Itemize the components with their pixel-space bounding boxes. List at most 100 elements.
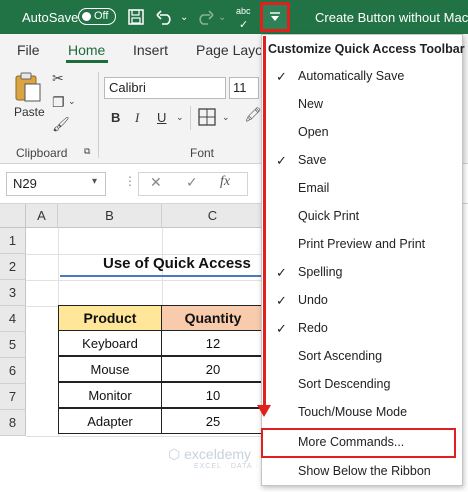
clipboard-group-label: Clipboard <box>16 146 68 160</box>
menu-item-label: Print Preview and Print <box>298 237 426 251</box>
tab-insert[interactable]: Insert <box>133 42 168 58</box>
table-cell[interactable]: Monitor <box>58 382 162 408</box>
save-icon[interactable] <box>128 0 144 34</box>
active-tab-indicator <box>66 60 108 63</box>
row-header-1[interactable]: 1 <box>0 228 26 254</box>
menu-item-print-preview[interactable]: Print Preview and Print <box>262 231 462 259</box>
menu-item-label: Automatically Save <box>298 69 405 83</box>
check-icon: ✓ <box>276 293 287 308</box>
check-icon: ✓ <box>276 153 287 168</box>
name-box[interactable]: N29 <box>6 172 106 196</box>
borders-dropdown-icon[interactable]: ⌄ <box>222 112 230 123</box>
check-icon: ✓ <box>276 69 287 84</box>
fill-color-icon[interactable]: 🖍 <box>244 106 262 123</box>
paste-icon[interactable] <box>14 72 42 102</box>
menu-item-label: Undo <box>298 293 328 307</box>
copy-icon[interactable]: ❐ <box>52 94 65 111</box>
formula-controls <box>138 172 248 196</box>
select-all-corner[interactable] <box>0 204 26 228</box>
row-header-7[interactable]: 7 <box>0 384 26 410</box>
sheet-title: Use of Quick Access <box>60 255 264 277</box>
clipboard-launcher-icon[interactable]: ⧉ <box>84 146 90 157</box>
menu-item-redo[interactable]: ✓ Redo <box>262 315 462 343</box>
column-header-c[interactable]: C <box>162 204 264 228</box>
table-cell[interactable]: 12 <box>161 330 265 356</box>
menu-item-save[interactable]: ✓ Save <box>262 147 462 175</box>
menu-item-automatically-save[interactable]: ✓ Automatically Save <box>262 63 462 91</box>
gridline <box>26 280 262 281</box>
autosave-label: AutoSave <box>22 9 79 25</box>
menu-item-label: Open <box>298 125 329 139</box>
row-header-8[interactable]: 8 <box>0 410 26 436</box>
autosave-toggle[interactable]: Off <box>78 8 116 25</box>
copy-dropdown-icon[interactable]: ⌄ <box>68 96 76 107</box>
watermark-logo-icon: ⬡ <box>168 446 181 462</box>
row-header-4[interactable]: 4 <box>0 306 26 332</box>
font-name-box[interactable]: Calibri <box>104 77 226 99</box>
menu-item-email[interactable]: Email <box>262 175 462 203</box>
table-cell[interactable]: Keyboard <box>58 330 162 356</box>
menu-item-label: Sort Ascending <box>298 349 383 363</box>
table-cell[interactable]: 25 <box>161 408 265 434</box>
row-header-2[interactable]: 2 <box>0 254 26 280</box>
undo-dropdown-icon[interactable]: ⌄ <box>180 0 188 34</box>
font-size-box[interactable]: 11 <box>229 77 259 99</box>
title-bar: AutoSave Off ⌄ ⌄ abc ✓ Create Button wit… <box>0 0 468 34</box>
column-header-b[interactable]: B <box>58 204 162 228</box>
table-cell[interactable]: Mouse <box>58 356 162 382</box>
menu-item-spelling[interactable]: ✓ Spelling <box>262 259 462 287</box>
check-icon: ✓ <box>276 321 287 336</box>
borders-icon[interactable] <box>198 108 216 129</box>
menu-item-label: Spelling <box>298 265 343 279</box>
menu-item-quick-print[interactable]: Quick Print <box>262 203 462 231</box>
undo-icon[interactable] <box>156 0 174 34</box>
row-header-6[interactable]: 6 <box>0 358 26 384</box>
menu-item-new[interactable]: New <box>262 91 462 119</box>
cut-icon[interactable]: ✂ <box>52 70 64 87</box>
format-painter-icon[interactable]: 🖌 <box>52 116 70 133</box>
toggle-text: Off <box>94 10 109 22</box>
redo-dropdown-icon[interactable]: ⌄ <box>218 0 226 34</box>
column-header-a[interactable]: A <box>26 204 58 228</box>
menu-item-sort-descending[interactable]: Sort Descending <box>262 371 462 399</box>
toggle-knob <box>82 12 91 21</box>
redo-icon[interactable] <box>196 0 214 34</box>
annotation-arrow-line <box>263 36 266 410</box>
gridline <box>26 436 262 437</box>
chevron-down-icon <box>270 12 280 21</box>
menu-item-label: Email <box>298 181 330 195</box>
font-group-label: Font <box>190 146 215 160</box>
bold-button[interactable]: B <box>111 110 120 125</box>
menu-item-open[interactable]: Open <box>262 119 462 147</box>
row-header-3[interactable]: 3 <box>0 280 26 306</box>
header-quantity[interactable]: Quantity <box>161 305 265 331</box>
customize-qat-button[interactable] <box>260 2 290 32</box>
watermark-tagline: EXCEL · DATA · BI <box>194 463 270 470</box>
menu-item-label: Sort Descending <box>298 377 391 391</box>
name-box-dropdown-icon[interactable]: ▾ <box>92 176 97 187</box>
row-header-5[interactable]: 5 <box>0 332 26 358</box>
menu-item-touch-mouse-mode[interactable]: Touch/Mouse Mode <box>262 399 462 427</box>
menu-item-label: Redo <box>298 321 328 335</box>
table-cell[interactable]: Adapter <box>58 408 162 434</box>
paste-button-label[interactable]: Paste <box>14 105 45 119</box>
annotation-arrow-head-icon <box>257 405 271 417</box>
italic-button[interactable]: I <box>135 110 139 126</box>
menu-item-undo[interactable]: ✓ Undo <box>262 287 462 315</box>
menu-item-sort-ascending[interactable]: Sort Ascending <box>262 343 462 371</box>
menu-item-label: Show Below the Ribbon <box>298 464 431 478</box>
menu-item-label: Save <box>298 153 327 167</box>
table-cell[interactable]: 10 <box>161 382 265 408</box>
menu-item-label: Touch/Mouse Mode <box>298 405 408 419</box>
tab-home[interactable]: Home <box>68 42 105 58</box>
menu-item-show-below-ribbon[interactable]: Show Below the Ribbon <box>262 458 462 486</box>
header-product[interactable]: Product <box>58 305 162 331</box>
watermark-name: exceldemy <box>184 446 252 462</box>
underline-button[interactable]: U <box>157 110 166 125</box>
menu-item-label: New <box>298 97 324 111</box>
underline-dropdown-icon[interactable]: ⌄ <box>176 112 184 123</box>
window-title: Create Button without Macro <box>315 9 468 25</box>
tab-file[interactable]: File <box>17 42 40 58</box>
exceldemy-watermark: ⬡ exceldemy EXCEL · DATA · BI <box>168 446 270 470</box>
table-cell[interactable]: 20 <box>161 356 265 382</box>
